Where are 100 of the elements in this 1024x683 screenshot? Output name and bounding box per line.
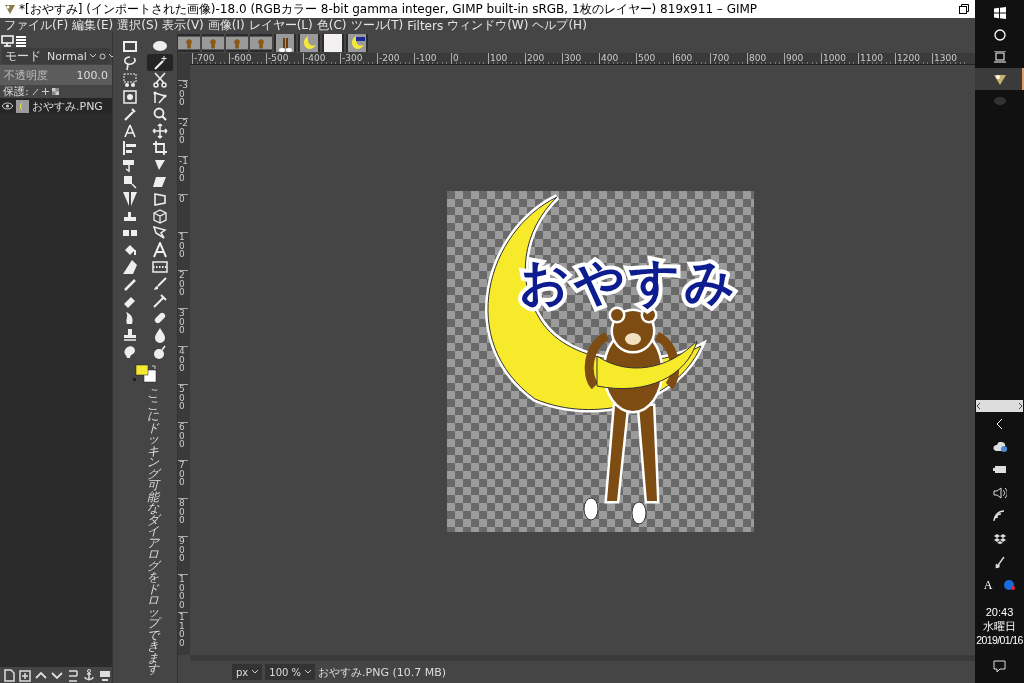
color-select-icon <box>122 71 138 88</box>
windows-logo-icon <box>993 7 1006 19</box>
layer-row[interactable]: おやすみ.PNG <box>0 98 112 114</box>
ruler-label: 700 <box>178 460 188 498</box>
taskbar-app[interactable] <box>975 68 1024 90</box>
caret-down-icon <box>89 54 96 58</box>
ruler-label: 1100 <box>178 612 188 650</box>
restore-button[interactable] <box>957 2 971 16</box>
color-swatches-icon <box>132 364 158 384</box>
zoom-dropdown[interactable]: 100 % <box>265 664 316 680</box>
image-thumbnail <box>250 36 272 50</box>
task-view-icon <box>993 51 1006 63</box>
ruler-label: -100 <box>178 156 188 194</box>
clock-weekday: 水曜日 <box>982 619 1017 633</box>
zoom-icon <box>152 105 168 122</box>
duplicate-icon <box>66 668 80 682</box>
clock[interactable]: 20:43 水曜日 2019/01/16 <box>976 605 1023 647</box>
lock-alpha-icon <box>51 88 59 95</box>
window-title: *[おやすみ] (インポートされた画像)-18.0 (RGBカラー 8-bit gamma integer, GIMP built-in sRGB, 1枚のレイヤー) 819x911 – GIMP <box>19 0 759 18</box>
notification-icon <box>993 659 1006 673</box>
image-thumbnail <box>300 34 318 52</box>
clock-time: 20:43 <box>984 605 1015 619</box>
caret-right-icon <box>1017 402 1023 410</box>
composite-icon <box>98 52 106 60</box>
anchor-button[interactable] <box>82 668 96 682</box>
image-info: おやすみ.PNG (10.7 MB) <box>318 664 447 680</box>
anchor-icon <box>82 668 96 682</box>
image-tab[interactable] <box>298 34 320 52</box>
unit-dropdown[interactable]: px <box>232 664 263 680</box>
crop-icon <box>152 139 168 156</box>
menu-item[interactable]: レイヤー(L) <box>246 17 315 34</box>
ruler-label: 0 <box>178 194 188 232</box>
caret-left-icon <box>976 402 982 410</box>
text-tool-icon <box>152 241 168 258</box>
search-icon <box>993 29 1006 41</box>
menu-item[interactable]: 画像(I) <box>205 17 247 34</box>
speaker-icon <box>992 486 1007 499</box>
chevron-left-icon <box>996 417 1003 430</box>
image-thumbnail <box>226 36 248 50</box>
smudge-icon <box>122 343 138 360</box>
image-thumbnail <box>324 34 342 52</box>
tray-scrollbar[interactable] <box>976 400 1023 412</box>
new-layer-icon <box>2 668 16 682</box>
lasso-icon <box>122 54 138 71</box>
image-tab[interactable] <box>322 34 344 52</box>
magic-wand-icon <box>152 54 168 71</box>
dodge-icon <box>152 343 168 360</box>
restore-icon <box>959 4 969 14</box>
magic-wand-tool[interactable] <box>147 54 173 71</box>
pattern-icon <box>152 258 168 275</box>
caret-down-icon <box>252 670 259 674</box>
layer-group-button[interactable] <box>18 668 32 682</box>
ruler-label: 800 <box>178 498 188 536</box>
ruler-label: 600 <box>178 422 188 460</box>
boxes-icon <box>993 533 1006 544</box>
menu-item[interactable]: ウィンドウ(W) <box>445 17 531 34</box>
menu-item[interactable]: 表示(V) <box>160 17 206 34</box>
opacity-slider[interactable]: 不透明度 100.0 <box>0 65 112 85</box>
image-tab[interactable] <box>274 34 296 52</box>
channels-tab-icon <box>15 34 27 47</box>
mode-dropdown[interactable]: Normal <box>47 49 96 63</box>
menu-item[interactable]: 編集(E) <box>70 17 116 34</box>
image-thumbnail <box>348 34 366 52</box>
lock-pixels-icon <box>31 87 39 96</box>
cube-icon <box>152 207 168 224</box>
input-mode-indicator[interactable]: A <box>983 577 993 593</box>
scissors-icon <box>152 71 168 88</box>
ruler-label: 200 <box>178 270 188 308</box>
ruler-label: -300 <box>178 80 188 118</box>
stamp-icon <box>122 326 138 343</box>
caret-down-icon <box>108 54 115 58</box>
menu-item[interactable]: 色(C) <box>314 17 349 34</box>
image-tab[interactable] <box>346 34 368 52</box>
clock-date: 2019/01/16 <box>976 633 1023 647</box>
dot-icon <box>1004 579 1016 591</box>
menu-item[interactable]: ファイル(F) <box>2 17 71 34</box>
menu-item[interactable]: 選択(S) <box>115 17 161 34</box>
composite-dropdown[interactable] <box>98 52 115 60</box>
ruler-label: 300 <box>178 308 188 346</box>
opacity-label: 不透明度 <box>4 67 48 83</box>
menu-item[interactable]: ヘルプ(H) <box>530 17 589 34</box>
image-thumbnail <box>276 34 294 52</box>
move-icon <box>152 122 168 139</box>
caret-down-icon <box>305 670 312 674</box>
ruler-label: -200 <box>178 118 188 156</box>
duplicate-button[interactable] <box>66 668 80 682</box>
lock-position-icon <box>41 88 49 95</box>
flip-icon <box>122 190 138 207</box>
new-layer-button[interactable] <box>2 668 16 682</box>
lock-label: 保護: <box>3 84 29 99</box>
merge-button[interactable] <box>98 668 112 682</box>
horizontal-scrollbar[interactable] <box>190 655 975 661</box>
menu-item[interactable]: ツール(T) <box>348 17 406 34</box>
merge-icon <box>98 668 112 682</box>
drop-icon <box>152 326 168 343</box>
foreground-select-icon <box>122 88 138 105</box>
ruler-label: 900 <box>178 536 188 574</box>
cloud-icon <box>992 441 1007 452</box>
ruler-label: 100 <box>178 232 188 270</box>
menu-item[interactable]: Filters <box>405 18 446 33</box>
